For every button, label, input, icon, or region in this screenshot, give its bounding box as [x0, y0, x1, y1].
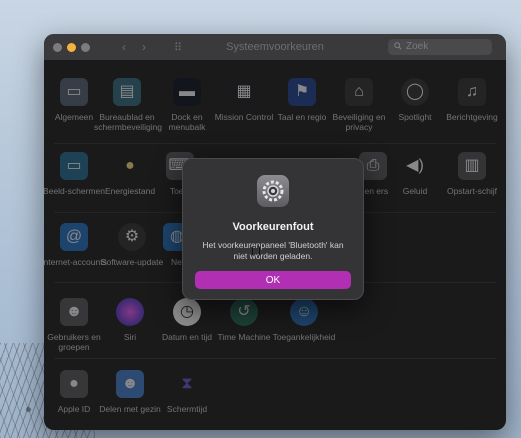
dialog-title: Voorkeurenfout: [232, 221, 314, 233]
title-bar: ‹ › ⠿ Systeemvoorkeuren Zoek: [44, 34, 506, 60]
search-field[interactable]: Zoek: [388, 39, 492, 55]
error-dialog: Voorkeurenfout Het voorkeurenpaneel 'Blu…: [182, 158, 364, 300]
search-placeholder: Zoek: [406, 41, 429, 52]
system-preferences-gear-icon: [257, 175, 289, 207]
dialog-message: Het voorkeurenpaneel 'Bluetooth' kan nie…: [202, 240, 344, 261]
search-icon: [394, 42, 402, 50]
text-cursor-icon: [252, 246, 260, 256]
ok-button[interactable]: OK: [195, 271, 351, 289]
